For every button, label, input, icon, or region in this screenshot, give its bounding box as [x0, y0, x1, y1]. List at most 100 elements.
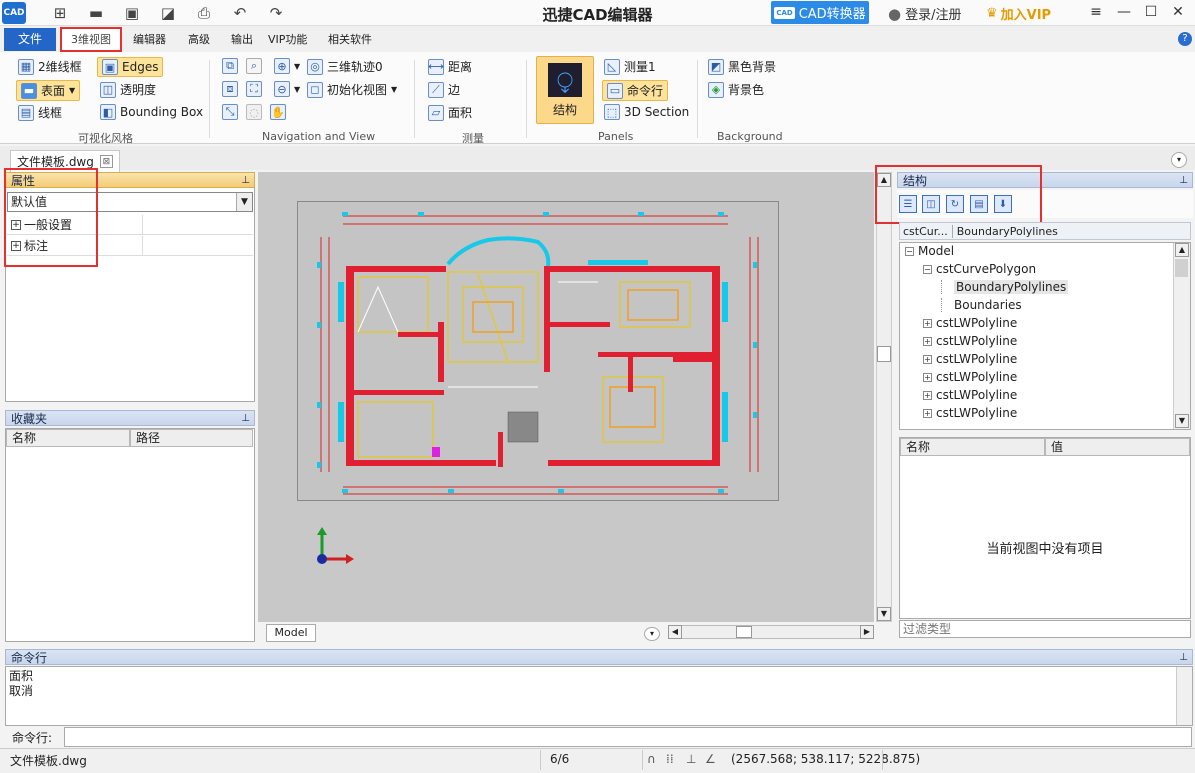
tree-node[interactable]: + cstLWPolyline	[923, 352, 1017, 366]
export-icon[interactable]: ⬇	[994, 195, 1012, 213]
surface-dropdown[interactable]: ▬ 表面 ▼	[16, 80, 81, 101]
hand-pan-icon[interactable]: ✋	[270, 104, 286, 120]
expand-icon[interactable]: +	[923, 372, 932, 382]
vertical-scrollbar[interactable]	[876, 172, 892, 622]
tab-3d-view[interactable]: 3维视图	[60, 27, 122, 52]
pan-view-icon[interactable]: ⧈	[222, 81, 238, 97]
tree-node[interactable]: + cstLWPolyline	[923, 388, 1017, 402]
print-icon[interactable]: ⎙	[194, 3, 214, 23]
polar-icon[interactable]: ∠	[705, 752, 716, 766]
breadcrumb-item[interactable]: BoundaryPolylines	[957, 225, 1062, 238]
property-category-general[interactable]: + 一般设置	[7, 215, 253, 235]
pdf-icon[interactable]: ◪	[158, 3, 178, 23]
snap-icon[interactable]: ∩	[647, 752, 656, 766]
open-folder-icon[interactable]: ▬	[86, 3, 106, 23]
undo-icon[interactable]: ↶	[230, 3, 250, 23]
floor-plan-drawing[interactable]	[297, 201, 779, 501]
tree-node[interactable]: + cstLWPolyline	[923, 370, 1017, 384]
pin-icon[interactable]: ⊥	[1179, 173, 1188, 189]
edge-button[interactable]: ⟋ 边	[428, 81, 460, 98]
expand-icon[interactable]: +	[923, 318, 932, 328]
bounding-box-button[interactable]: ◧ Bounding Box	[100, 104, 203, 120]
structure-col-name[interactable]: 名称	[900, 438, 1045, 456]
close-icon[interactable]: ✕	[1167, 2, 1189, 22]
expand-icon[interactable]: +	[11, 240, 21, 251]
section-3d-button[interactable]: ⬚ 3D Section	[604, 104, 689, 120]
login-button[interactable]: ● 登录/注册	[888, 4, 961, 24]
menu-icon[interactable]: ≡	[1085, 2, 1107, 22]
zoom-out-icon[interactable]: ⊖ ▼	[274, 81, 300, 97]
new-file-icon[interactable]: ⊞	[50, 3, 70, 23]
expand-icon[interactable]: +	[11, 219, 21, 230]
pin-icon[interactable]: ⊥	[241, 173, 250, 189]
scroll-right-icon[interactable]: ▶	[860, 625, 874, 639]
tree-node[interactable]: − cstCurvePolygon	[923, 262, 1036, 276]
refresh-icon[interactable]: ↻	[946, 195, 964, 213]
horizontal-scroll-thumb[interactable]	[736, 626, 752, 638]
tree-node[interactable]: + cstLWPolyline	[923, 316, 1017, 330]
tab-output[interactable]: 输出	[225, 29, 259, 51]
tree-node[interactable]: BoundaryPolylines	[941, 280, 1069, 294]
tab-vip[interactable]: VIP功能	[262, 29, 313, 51]
horizontal-scrollbar[interactable]	[668, 625, 874, 639]
distance-button[interactable]: ⟷ 距离	[428, 58, 472, 75]
help-icon[interactable]: ?	[1178, 32, 1192, 46]
pin-icon[interactable]: ⊥	[1179, 650, 1188, 666]
zoom-in-icon[interactable]: ⊕ ▼	[274, 58, 300, 74]
file-menu[interactable]: 文件	[4, 28, 56, 51]
orbit-3d-button[interactable]: ◎ 三维轨迹0	[307, 58, 383, 75]
scroll-down-icon[interactable]: ▼	[1175, 414, 1189, 428]
maximize-icon[interactable]: ☐	[1140, 2, 1162, 22]
tree-node[interactable]: + cstLWPolyline	[923, 334, 1017, 348]
document-tab[interactable]: 文件模板.dwg ⊠	[10, 150, 120, 172]
area-button[interactable]: ▱ 面积	[428, 104, 472, 121]
scroll-up-icon[interactable]: ▲	[877, 173, 891, 187]
edges-toggle[interactable]: ▣ Edges	[97, 57, 164, 77]
expand-icon[interactable]: +	[923, 408, 932, 418]
save-icon[interactable]: ▣	[122, 3, 142, 23]
expand-icon[interactable]: +	[923, 336, 932, 346]
expand-icon[interactable]: +	[923, 390, 932, 400]
tree-node[interactable]: Boundaries	[941, 298, 1022, 312]
breadcrumb-item[interactable]: cstCur...	[903, 224, 953, 238]
tab-related-software[interactable]: 相关软件	[322, 29, 378, 51]
vertical-scroll-thumb[interactable]	[877, 346, 891, 362]
minimize-icon[interactable]: —	[1113, 2, 1135, 22]
properties-select[interactable]: 默认值 ▼	[7, 192, 253, 212]
close-tab-icon[interactable]: ⊠	[99, 155, 113, 168]
wireframe-button[interactable]: ▤ 线框	[18, 104, 62, 121]
walk-icon[interactable]: ⤡	[222, 104, 238, 120]
tree-node[interactable]: + cstLWPolyline	[923, 406, 1017, 420]
scroll-up-icon[interactable]: ▲	[1175, 243, 1189, 257]
measure1-button[interactable]: ◺ 测量1	[604, 58, 656, 75]
tree-scroll-thumb[interactable]	[1175, 259, 1188, 277]
ortho-icon[interactable]: ⊥	[686, 752, 696, 766]
scroll-left-icon[interactable]: ◀	[668, 625, 682, 639]
transparency-button[interactable]: ◫ 透明度	[100, 81, 156, 98]
model-tab[interactable]: Model	[266, 624, 316, 642]
command-line-toggle[interactable]: ▭ 命令行	[602, 80, 669, 101]
structure-col-value[interactable]: 值	[1045, 438, 1190, 456]
collapse-icon[interactable]: −	[923, 264, 932, 274]
layout-list-icon[interactable]: ▾	[644, 627, 660, 641]
black-background-button[interactable]: ◩ 黑色背景	[708, 58, 776, 75]
cad-converter-button[interactable]: CAD CAD转换器	[771, 1, 869, 24]
structure-panel-button[interactable]: ⧬ 结构	[536, 56, 594, 124]
command-scrollbar[interactable]	[1176, 667, 1192, 725]
horizontal-split-icon[interactable]: ☰	[899, 195, 917, 213]
init-view-dropdown[interactable]: ◻ 初始化视图 ▼	[307, 81, 397, 98]
command-input[interactable]	[64, 727, 1192, 747]
tree-node[interactable]: − Model	[905, 244, 954, 258]
background-color-button[interactable]: ◈ 背景色	[708, 81, 764, 98]
vip-button[interactable]: ♛ 加入VIP	[986, 4, 1051, 23]
tab-list-icon[interactable]: ▾	[1171, 152, 1187, 168]
zoom-window-icon[interactable]: ⌕	[246, 58, 262, 74]
vertical-split-icon[interactable]: ◫	[922, 195, 940, 213]
favorites-col-path[interactable]: 路径	[130, 429, 253, 447]
grid-icon[interactable]: ⁞⁞	[666, 752, 674, 766]
filter-type-input[interactable]	[899, 620, 1191, 638]
properties-icon[interactable]: ▤	[970, 195, 988, 213]
property-category-dimension[interactable]: + 标注	[7, 236, 253, 256]
pin-icon[interactable]: ⊥	[241, 411, 250, 427]
collapse-icon[interactable]: −	[905, 246, 914, 256]
